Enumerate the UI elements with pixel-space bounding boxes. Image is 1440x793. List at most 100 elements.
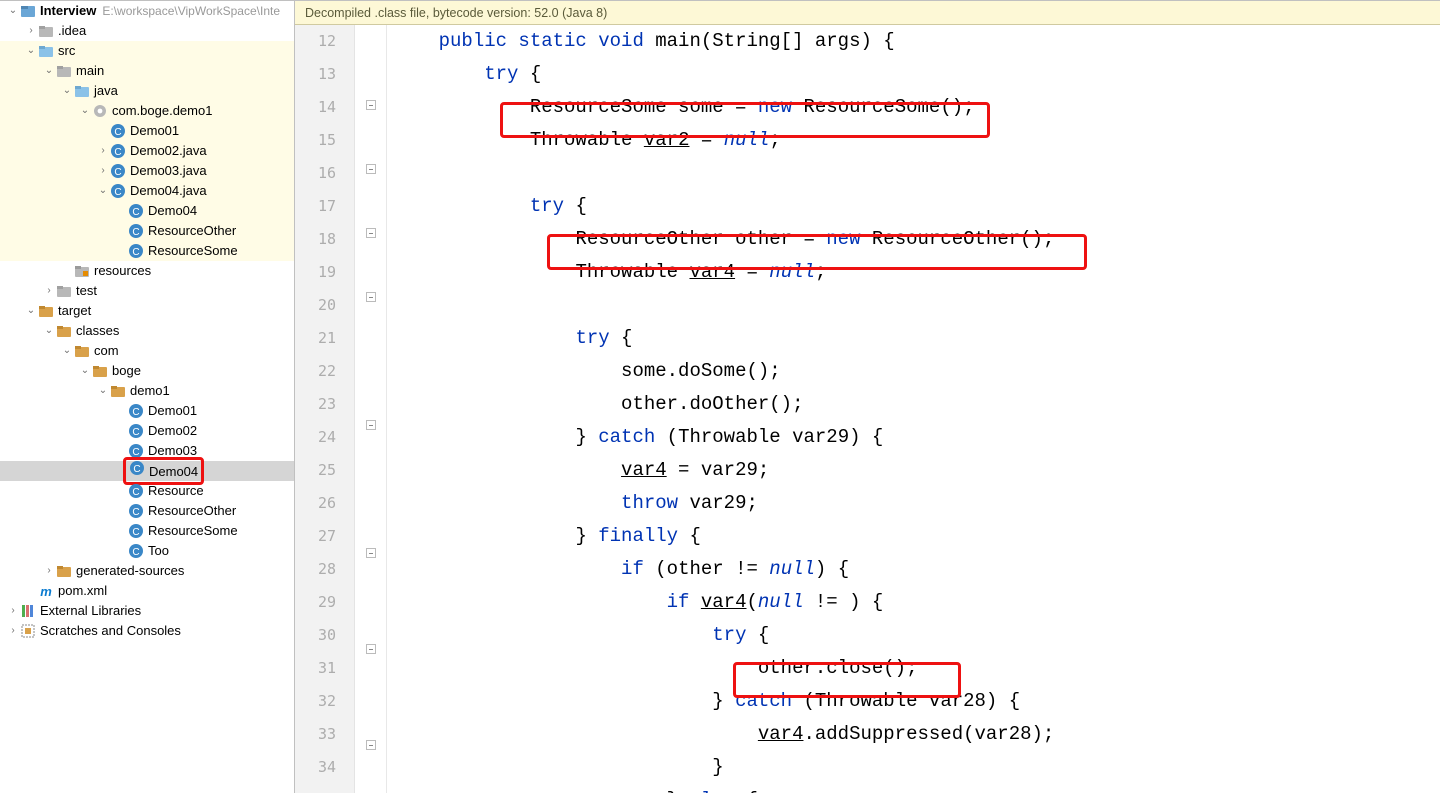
chevron-right-icon[interactable]: › xyxy=(96,141,110,161)
chevron-right-icon[interactable]: › xyxy=(6,601,20,621)
code-line[interactable]: } catch (Throwable var28) { xyxy=(393,685,1440,718)
code-line[interactable] xyxy=(393,157,1440,190)
code-token: try xyxy=(575,327,621,349)
chevron-right-icon[interactable]: › xyxy=(42,561,56,581)
code-line[interactable]: public static void main(String[] args) { xyxy=(393,25,1440,58)
code-token: { xyxy=(758,624,769,646)
chevron-right-icon[interactable]: › xyxy=(24,21,38,41)
tree-item-com[interactable]: ⌄com xyxy=(0,341,294,361)
code-line[interactable]: try { xyxy=(393,190,1440,223)
fold-gutter-row[interactable] xyxy=(366,217,376,249)
code-line[interactable]: var4.addSuppressed(var28); xyxy=(393,718,1440,751)
chevron-down-icon[interactable]: ⌄ xyxy=(6,1,20,21)
tree-item-demo04[interactable]: ·CDemo04 xyxy=(0,201,294,221)
tree-item-java[interactable]: ⌄java xyxy=(0,81,294,101)
fold-gutter-row[interactable] xyxy=(366,537,376,569)
tree-item-demo02-java[interactable]: ›CDemo02.java xyxy=(0,141,294,161)
fold-toggle-icon[interactable] xyxy=(366,292,376,302)
chevron-down-icon[interactable]: ⌄ xyxy=(96,381,110,401)
code-line[interactable]: } else { xyxy=(393,784,1440,793)
code-line[interactable]: } xyxy=(393,751,1440,784)
fold-gutter-row[interactable] xyxy=(366,409,376,441)
class-icon: C xyxy=(128,543,144,559)
fold-toggle-icon[interactable] xyxy=(366,228,376,238)
chevron-down-icon[interactable]: ⌄ xyxy=(24,41,38,61)
tree-item-resourceother[interactable]: ·CResourceOther xyxy=(0,501,294,521)
tree-item-demo04-java[interactable]: ⌄CDemo04.java xyxy=(0,181,294,201)
chevron-down-icon[interactable]: ⌄ xyxy=(60,341,74,361)
tree-item-resourcesome[interactable]: ·CResourceSome xyxy=(0,241,294,261)
fold-toggle-icon[interactable] xyxy=(366,548,376,558)
code-token: try xyxy=(484,63,530,85)
fold-gutter-row[interactable] xyxy=(366,153,376,185)
chevron-down-icon[interactable]: ⌄ xyxy=(78,361,92,381)
code-line[interactable] xyxy=(393,289,1440,322)
code-line[interactable]: ResourceOther other = new ResourceOther(… xyxy=(393,223,1440,256)
tree-item-scratches-and-consoles[interactable]: ›Scratches and Consoles xyxy=(0,621,294,641)
tree-item-main[interactable]: ⌄main xyxy=(0,61,294,81)
tree-item-target[interactable]: ⌄target xyxy=(0,301,294,321)
code-line[interactable]: } finally { xyxy=(393,520,1440,553)
tree-item-demo04[interactable]: ·CDemo04 xyxy=(0,461,294,481)
svg-text:C: C xyxy=(132,207,139,218)
code-token: throw xyxy=(621,492,678,514)
fold-gutter-row[interactable] xyxy=(366,89,376,121)
code-content[interactable]: public static void main(String[] args) {… xyxy=(387,25,1440,793)
code-line[interactable]: if var4(null != ) { xyxy=(393,586,1440,619)
tree-item-resources[interactable]: ·resources xyxy=(0,261,294,281)
tree-item-pom-xml[interactable]: ·mpom.xml xyxy=(0,581,294,601)
chevron-right-icon[interactable]: › xyxy=(6,621,20,641)
chevron-down-icon[interactable]: ⌄ xyxy=(42,321,56,341)
tree-item-external-libraries[interactable]: ›External Libraries xyxy=(0,601,294,621)
code-line[interactable]: } catch (Throwable var29) { xyxy=(393,421,1440,454)
line-number: 12 xyxy=(295,25,336,58)
tree-item-test[interactable]: ›test xyxy=(0,281,294,301)
fold-gutter-row[interactable] xyxy=(366,281,376,313)
chevron-down-icon[interactable]: ⌄ xyxy=(78,101,92,121)
fold-gutter-row[interactable] xyxy=(366,729,376,761)
fold-toggle-icon[interactable] xyxy=(366,420,376,430)
tree-item-generated-sources[interactable]: ›generated-sources xyxy=(0,561,294,581)
fold-toggle-icon[interactable] xyxy=(366,644,376,654)
tree-item--idea[interactable]: ›.idea xyxy=(0,21,294,41)
code-line[interactable]: var4 = var29; xyxy=(393,454,1440,487)
fold-gutter-row[interactable] xyxy=(366,633,376,665)
tree-item-resourcesome[interactable]: ·CResourceSome xyxy=(0,521,294,541)
tree-item-com-boge-demo1[interactable]: ⌄com.boge.demo1 xyxy=(0,101,294,121)
fold-gutter[interactable] xyxy=(355,25,387,793)
code-line[interactable]: try { xyxy=(393,322,1440,355)
chevron-down-icon[interactable]: ⌄ xyxy=(60,81,74,101)
chevron-down-icon[interactable]: ⌄ xyxy=(24,301,38,321)
chevron-right-icon[interactable]: › xyxy=(96,161,110,181)
code-area[interactable]: 1213141516171819202122232425262728293031… xyxy=(295,25,1440,793)
chevron-right-icon[interactable]: › xyxy=(42,281,56,301)
tree-item-src[interactable]: ⌄src xyxy=(0,41,294,61)
tree-item-resourceother[interactable]: ·CResourceOther xyxy=(0,221,294,241)
code-line[interactable]: Throwable var2 = null; xyxy=(393,124,1440,157)
fold-toggle-icon[interactable] xyxy=(366,164,376,174)
code-line[interactable]: other.close(); xyxy=(393,652,1440,685)
fold-toggle-icon[interactable] xyxy=(366,740,376,750)
tree-item-demo01[interactable]: ·CDemo01 xyxy=(0,401,294,421)
chevron-down-icon[interactable]: ⌄ xyxy=(42,61,56,81)
tree-item-demo02[interactable]: ·CDemo02 xyxy=(0,421,294,441)
code-line[interactable]: other.doOther(); xyxy=(393,388,1440,421)
chevron-down-icon[interactable]: ⌄ xyxy=(96,181,110,201)
tree-item-demo1[interactable]: ⌄demo1 xyxy=(0,381,294,401)
code-line[interactable]: try { xyxy=(393,619,1440,652)
code-line[interactable]: ResourceSome some = new ResourceSome(); xyxy=(393,91,1440,124)
tree-item-demo03-java[interactable]: ›CDemo03.java xyxy=(0,161,294,181)
code-line[interactable]: if (other != null) { xyxy=(393,553,1440,586)
project-tree[interactable]: ⌄InterviewE:\workspace\VipWorkSpace\Inte… xyxy=(0,1,295,793)
code-line[interactable]: throw var29; xyxy=(393,487,1440,520)
code-line[interactable]: some.doSome(); xyxy=(393,355,1440,388)
tree-item-demo01[interactable]: ·CDemo01 xyxy=(0,121,294,141)
tree-item-boge[interactable]: ⌄boge xyxy=(0,361,294,381)
tree-item-interview[interactable]: ⌄InterviewE:\workspace\VipWorkSpace\Inte xyxy=(0,1,294,21)
code-line[interactable]: Throwable var4 = null; xyxy=(393,256,1440,289)
tree-item-classes[interactable]: ⌄classes xyxy=(0,321,294,341)
fold-toggle-icon[interactable] xyxy=(366,100,376,110)
code-line[interactable]: try { xyxy=(393,58,1440,91)
tree-item-too[interactable]: ·CToo xyxy=(0,541,294,561)
maven-icon: m xyxy=(38,583,54,599)
